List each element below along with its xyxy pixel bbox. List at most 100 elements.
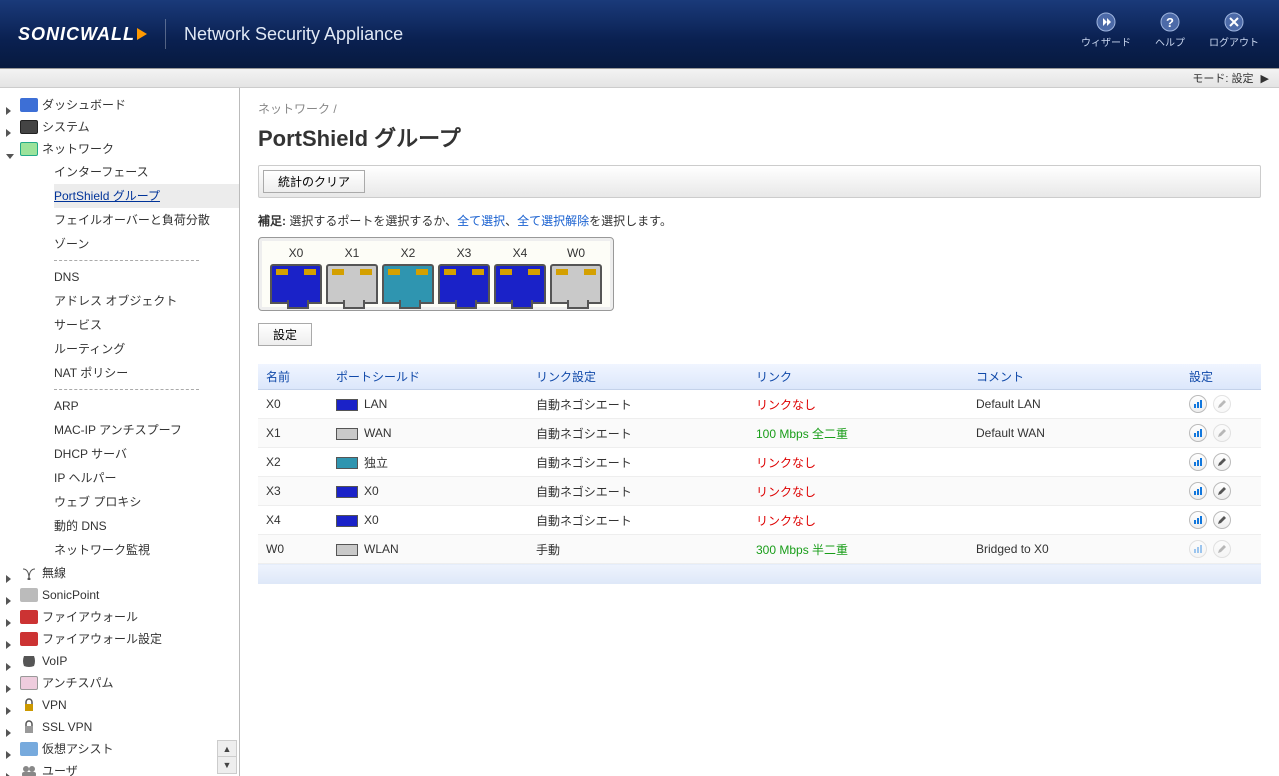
header-actions: ウィザード ? ヘルプ ログアウト — [1081, 12, 1259, 49]
firewall-icon — [20, 609, 38, 625]
sidebar-network-sub: インターフェース PortShield グループ フェイルオーバーと負荷分散 ゾ… — [0, 160, 239, 562]
cell-portshield: X0 — [328, 506, 528, 535]
table-footer — [258, 564, 1261, 584]
logout-button[interactable]: ログアウト — [1209, 12, 1259, 49]
sidebar-item-interfaces[interactable]: インターフェース — [54, 160, 239, 184]
edit-icon — [1213, 540, 1231, 558]
sidebar-item-sonicpoint[interactable]: SonicPoint — [0, 584, 239, 606]
col-link[interactable]: リンク — [748, 364, 968, 390]
sidebar-item-vpn[interactable]: VPN — [0, 694, 239, 716]
stats-icon[interactable] — [1189, 424, 1207, 442]
sidebar-item-dns[interactable]: DNS — [54, 265, 239, 289]
cell-link: 300 Mbps 半二重 — [748, 535, 968, 564]
user-icon — [20, 763, 38, 776]
sidebar-item-ddns[interactable]: 動的 DNS — [54, 514, 239, 538]
sidebar-item-network[interactable]: ネットワーク — [0, 138, 239, 160]
sidebar-item-system[interactable]: システム — [0, 116, 239, 138]
cell-name: X0 — [258, 390, 328, 419]
edit-icon[interactable] — [1213, 453, 1231, 471]
sidebar-item-portshield[interactable]: PortShield グループ — [54, 184, 239, 208]
cell-comment: Bridged to X0 — [968, 535, 1181, 564]
sidebar-item-webproxy[interactable]: ウェブ プロキシ — [54, 490, 239, 514]
sidebar-item-failover[interactable]: フェイルオーバーと負荷分散 — [54, 208, 239, 232]
sidebar-item-dhcp[interactable]: DHCP サーバ — [54, 442, 239, 466]
dashboard-icon — [20, 97, 38, 113]
sidebar-item-nat[interactable]: NAT ポリシー — [54, 361, 239, 385]
port-label: W0 — [549, 246, 603, 260]
color-swatch — [336, 486, 358, 498]
sidebar-item-iphelper[interactable]: IP ヘルパー — [54, 466, 239, 490]
deselect-all-link[interactable]: 全て選択解除 — [517, 214, 589, 228]
sidebar-item-arp[interactable]: ARP — [54, 394, 239, 418]
cell-linkcfg: 自動ネゴシエート — [528, 448, 748, 477]
settings-button[interactable]: 設定 — [258, 323, 312, 346]
help-button[interactable]: ? ヘルプ — [1155, 12, 1185, 49]
sidebar-scroll-down[interactable]: ▼ — [218, 757, 236, 773]
color-swatch — [336, 457, 358, 469]
toolbar: 統計のクリア — [258, 165, 1261, 198]
sidebar-item-vassist[interactable]: 仮想アシスト — [0, 738, 239, 760]
sidebar-item-antispam[interactable]: アンチスパム — [0, 672, 239, 694]
logo: SONICWALL — [18, 24, 147, 45]
table-row: X3X0自動ネゴシエートリンクなし — [258, 477, 1261, 506]
sidebar-item-voip[interactable]: VoIP — [0, 650, 239, 672]
col-linkcfg[interactable]: リンク設定 — [528, 364, 748, 390]
stats-icon[interactable] — [1189, 482, 1207, 500]
col-name[interactable]: 名前 — [258, 364, 328, 390]
question-icon: ? — [1160, 12, 1180, 32]
sidebar-item-dashboard[interactable]: ダッシュボード — [0, 94, 239, 116]
sidebar-item-sslvpn[interactable]: SSL VPN — [0, 716, 239, 738]
color-swatch — [336, 515, 358, 527]
edit-icon[interactable] — [1213, 482, 1231, 500]
col-comment[interactable]: コメント — [968, 364, 1181, 390]
rj45-icon — [382, 264, 434, 304]
cell-settings — [1181, 477, 1261, 506]
port-w0[interactable]: W0 — [549, 246, 603, 304]
color-swatch — [336, 399, 358, 411]
port-x4[interactable]: X4 — [493, 246, 547, 304]
wizard-button[interactable]: ウィザード — [1081, 12, 1131, 49]
col-settings[interactable]: 設定 — [1181, 364, 1261, 390]
caret-right-icon — [6, 568, 16, 578]
cell-comment: Default WAN — [968, 419, 1181, 448]
caret-right-icon — [6, 100, 16, 110]
caret-right-icon — [6, 634, 16, 644]
sidebar-item-monitor[interactable]: ネットワーク監視 — [54, 538, 239, 562]
edit-icon[interactable] — [1213, 511, 1231, 529]
caret-right-icon — [6, 612, 16, 622]
sidebar-item-fwsettings[interactable]: ファイアウォール設定 — [0, 628, 239, 650]
header-title: Network Security Appliance — [184, 24, 403, 45]
sidebar-item-macip[interactable]: MAC-IP アンチスプーフ — [54, 418, 239, 442]
port-x3[interactable]: X3 — [437, 246, 491, 304]
select-all-link[interactable]: 全て選択 — [457, 214, 505, 228]
sidebar-item-routing[interactable]: ルーティング — [54, 337, 239, 361]
cell-settings — [1181, 419, 1261, 448]
col-portshield[interactable]: ポートシールド — [328, 364, 528, 390]
port-x0[interactable]: X0 — [269, 246, 323, 304]
cell-link: リンクなし — [748, 477, 968, 506]
table-row: X4X0自動ネゴシエートリンクなし — [258, 506, 1261, 535]
cell-comment — [968, 506, 1181, 535]
svg-text:?: ? — [1166, 15, 1174, 30]
sidebar-item-zones[interactable]: ゾーン — [54, 232, 239, 256]
cell-portshield: 独立 — [328, 448, 528, 477]
sidebar-item-user[interactable]: ユーザ — [0, 760, 239, 776]
sidebar-item-addr[interactable]: アドレス オブジェクト — [54, 289, 239, 313]
port-x1[interactable]: X1 — [325, 246, 379, 304]
sidebar-scroll-up[interactable]: ▲ — [218, 741, 236, 757]
stats-icon[interactable] — [1189, 395, 1207, 413]
rj45-icon — [550, 264, 602, 304]
clear-stats-button[interactable]: 統計のクリア — [263, 170, 365, 193]
breadcrumb: ネットワーク / — [258, 100, 1261, 117]
interface-table: 名前 ポートシールド リンク設定 リンク コメント 設定 X0LAN自動ネゴシエ… — [258, 364, 1261, 584]
mode-bar[interactable]: モード: 設定 ▶ — [0, 68, 1279, 88]
sidebar-item-firewall[interactable]: ファイアウォール — [0, 606, 239, 628]
stats-icon[interactable] — [1189, 511, 1207, 529]
sidebar-item-services[interactable]: サービス — [54, 313, 239, 337]
stats-icon[interactable] — [1189, 453, 1207, 471]
network-icon — [20, 141, 38, 157]
port-x2[interactable]: X2 — [381, 246, 435, 304]
cell-link: リンクなし — [748, 448, 968, 477]
sidebar-item-wireless[interactable]: 無線 — [0, 562, 239, 584]
cell-name: X3 — [258, 477, 328, 506]
